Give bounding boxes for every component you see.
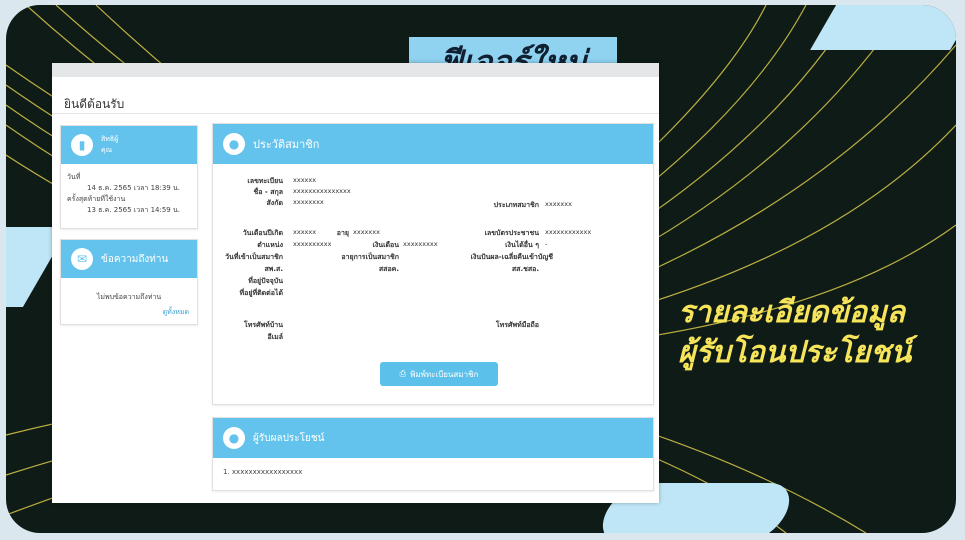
users-icon: ● (223, 427, 245, 449)
profile-header: ● ประวัติสมาชิก (213, 124, 653, 164)
bookmark-icon: ▮ (71, 134, 93, 156)
email-label: อีเมล์ (267, 333, 283, 341)
welcome-heading: ยินดีต้อนรับ (64, 97, 125, 111)
birth-value: xxxxxx (293, 228, 317, 236)
birth-label: วันเดือนปีเกิด (242, 229, 283, 237)
home-phone-label: โทรศัพท์บ้าน (244, 321, 283, 329)
member-type-value: xxxxxxx (545, 200, 572, 208)
current-address-label: ที่อยู่ปัจจุบัน (248, 277, 283, 285)
banner-frame: ฟีเจอร์ใหม่ รายละเอียดข้อมูล ผู้รับโอนปร… (6, 5, 956, 533)
age-label: อายุ (336, 229, 349, 237)
messages-empty-text: ไม่พบข้อความถึงท่าน (96, 293, 162, 301)
user-name: คุณ (101, 146, 113, 154)
ps-label: สพ.ส. (264, 265, 283, 273)
beneficiary-list-item: 1. xxxxxxxxxxxxxxxxx (223, 468, 303, 476)
caption-line-2: ผู้รับโอนประโยชน์ (678, 335, 912, 370)
member-no-label: เลขทะเบียน (247, 177, 283, 185)
date-label: วันที่ (67, 173, 81, 181)
app-screenshot: ยินดีต้อนรับ ▮ สิทธิผู้ คุณ วันที่ 14 ธ.… (52, 63, 659, 503)
id-label: เลขบัตรประชาชน (484, 229, 539, 237)
browser-top-bar (52, 63, 659, 77)
decorative-blue-shape (810, 5, 956, 50)
other-income-label: เงินได้อื่น ๆ (505, 241, 539, 249)
user-card-header: ▮ สิทธิผู้ คุณ (61, 126, 197, 164)
age-value: xxxxxxx (353, 228, 380, 236)
messages-card-header: ✉ ข้อความถึงท่าน (61, 240, 197, 278)
login-time: 14 ธ.ค. 2565 เวลา 18:39 น. (87, 184, 180, 192)
user-card-body: วันที่ 14 ธ.ค. 2565 เวลา 18:39 น. ครั้งส… (61, 164, 197, 224)
view-all-link[interactable]: ดูทั้งหมด (61, 307, 197, 318)
mobile-label: โทรศัพท์มือถือ (495, 321, 539, 329)
join-date-label: วันที่เข้าเป็นสมาชิก (225, 253, 283, 261)
ssc-label: สส.ชสอ. (511, 265, 539, 273)
position-value: xxxxxxxxxx (293, 240, 332, 248)
divider (52, 113, 659, 114)
profile-title: ประวัติสมาชิก (253, 138, 320, 151)
print-button-label: พิมพ์ทะเบียนสมาชิก (410, 369, 479, 379)
id-value: xxxxxxxxxxxx (545, 228, 592, 236)
feature-caption: รายละเอียดข้อมูล ผู้รับโอนประโยชน์ (678, 293, 956, 373)
messages-card: ✉ ข้อความถึงท่าน ไม่พบข้อความถึงท่าน ดูท… (60, 239, 198, 325)
member-no-value: xxxxxx (293, 176, 317, 184)
position-label: ตำแหน่ง (257, 241, 283, 249)
salary-label: เงินเดือน (372, 241, 399, 249)
affiliation-label: สังกัด (266, 199, 283, 207)
other-income-value: - (545, 240, 548, 248)
name-label: ชื่อ - สกุล (253, 188, 283, 196)
salary-value: xxxxxxxxx (403, 240, 438, 248)
message-icon: ✉ (71, 248, 93, 270)
last-used-label: ครั้งสุดท้ายที่ใช้งาน (67, 195, 126, 203)
user-icon: ● (223, 133, 245, 155)
contact-address-label: ที่อยู่ที่ติดต่อได้ (239, 289, 283, 297)
beneficiary-title: ผู้รับผลประโยชน์ (253, 432, 325, 444)
beneficiary-panel: ● ผู้รับผลประโยชน์ 1. xxxxxxxxxxxxxxxxx (212, 417, 654, 491)
print-icon: ⎙ (399, 369, 407, 378)
affiliation-value: xxxxxxxx (293, 198, 324, 206)
user-card: ▮ สิทธิผู้ คุณ วันที่ 14 ธ.ค. 2565 เวลา … (60, 125, 198, 229)
user-role: สิทธิผู้ (101, 135, 119, 143)
deposit-label: เงินปันผล-เฉลี่ยคืนเข้าบัญชี (470, 253, 553, 261)
beneficiary-header: ● ผู้รับผลประโยชน์ (213, 418, 653, 458)
psd-label: สสอค. (378, 265, 399, 273)
last-used-time: 13 ธ.ค. 2565 เวลา 14:59 น. (87, 206, 180, 214)
name-value: xxxxxxxxxxxxxxx (293, 187, 351, 195)
print-member-record-button[interactable]: ⎙ พิมพ์ทะเบียนสมาชิก (380, 362, 498, 386)
membership-age-label: อายุการเป็นสมาชิก (341, 253, 399, 261)
messages-title: ข้อความถึงท่าน (101, 253, 169, 265)
member-type-label: ประเภทสมาชิก (493, 201, 539, 209)
profile-panel: ● ประวัติสมาชิก เลขทะเบียน xxxxxx ชื่อ -… (212, 123, 654, 405)
caption-line-1: รายละเอียดข้อมูล (678, 295, 906, 330)
